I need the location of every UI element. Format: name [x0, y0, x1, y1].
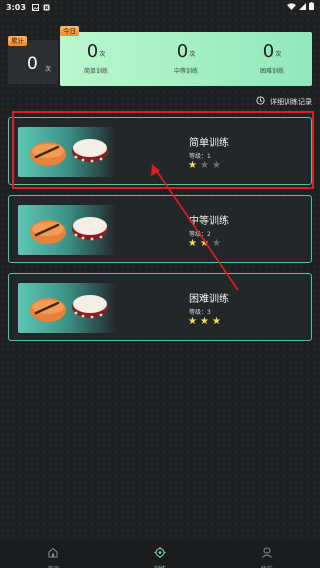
- signal-icon: [299, 2, 306, 12]
- crosshair-icon: [154, 543, 166, 562]
- today-hard-unit: 次: [275, 51, 282, 58]
- training-history-label: 详细训练记录: [270, 97, 312, 106]
- card-title: 中等训练: [189, 216, 229, 227]
- today-medium-unit: 次: [189, 51, 196, 58]
- today-easy-label: 简单训练: [83, 68, 108, 75]
- star-icon: ★: [199, 316, 209, 327]
- star-icon: ★: [211, 238, 221, 249]
- status-time: 3:03: [6, 2, 26, 12]
- tab-training[interactable]: 训练: [107, 540, 214, 568]
- today-hard-label: 困难训练: [259, 68, 284, 75]
- wifi-icon: [287, 2, 296, 12]
- total-count-card: 累计 0 次: [8, 36, 58, 84]
- training-illustration: [18, 283, 116, 333]
- today-medium-stat: 0次 中等训练: [156, 41, 216, 76]
- profile-icon: [261, 543, 273, 562]
- today-tag: 今日: [60, 26, 79, 36]
- tab-home[interactable]: 首页: [0, 540, 107, 568]
- today-hard-stat: 0次 困难训练: [242, 41, 302, 76]
- star-icon: ★: [211, 160, 221, 171]
- card-title: 困难训练: [189, 294, 229, 305]
- today-easy-unit: 次: [99, 51, 106, 58]
- difficulty-stars: ★ ★ ★: [188, 239, 221, 249]
- tab-training-label: 训练: [154, 564, 166, 568]
- card-easy-training[interactable]: 简单训练 等级：1 ★ ★ ★: [8, 117, 312, 185]
- difficulty-stars: ★ ★ ★: [188, 317, 221, 327]
- training-illustration: [18, 205, 116, 255]
- total-count-value: 0: [27, 54, 38, 74]
- star-icon: ★: [188, 238, 197, 249]
- star-icon: ★: [199, 238, 209, 249]
- card-title: 简单训练: [189, 138, 229, 149]
- today-easy-value: 0: [86, 41, 99, 62]
- training-illustration: [18, 127, 116, 177]
- notification-icon: [43, 4, 50, 11]
- today-medium-value: 0: [176, 41, 189, 62]
- tab-profile[interactable]: 我的: [213, 540, 320, 568]
- today-hard-value: 0: [262, 41, 275, 62]
- today-easy-stat: 0次 简单训练: [66, 41, 126, 76]
- today-stats-card: 今日 0次 简单训练 0次 中等训练 0次 困难训练: [60, 26, 312, 86]
- card-level: 等级：2: [189, 231, 211, 238]
- home-icon: [47, 543, 59, 562]
- today-medium-label: 中等训练: [173, 68, 198, 75]
- total-count-unit: 次: [45, 66, 52, 73]
- history-clock-icon: [256, 96, 265, 107]
- bottom-tab-bar: 首页 训练 我的: [0, 540, 320, 568]
- gallery-icon: [31, 3, 39, 11]
- tab-home-label: 首页: [47, 564, 59, 568]
- star-icon: ★: [199, 160, 209, 171]
- star-icon: ★: [211, 316, 221, 327]
- star-icon: ★: [188, 160, 197, 171]
- card-level: 等级：1: [189, 153, 211, 160]
- tab-profile-label: 我的: [261, 564, 273, 568]
- battery-icon: [309, 2, 314, 12]
- star-icon: ★: [188, 316, 197, 327]
- card-level: 等级：3: [189, 309, 211, 316]
- card-hard-training[interactable]: 困难训练 等级：3 ★ ★ ★: [8, 273, 312, 341]
- card-medium-training[interactable]: 中等训练 等级：2 ★ ★ ★: [8, 195, 312, 263]
- training-history-link[interactable]: 详细训练记录: [256, 96, 312, 107]
- total-tag: 累计: [8, 36, 27, 46]
- status-bar: 3:03: [0, 0, 320, 14]
- difficulty-stars: ★ ★ ★: [188, 161, 221, 171]
